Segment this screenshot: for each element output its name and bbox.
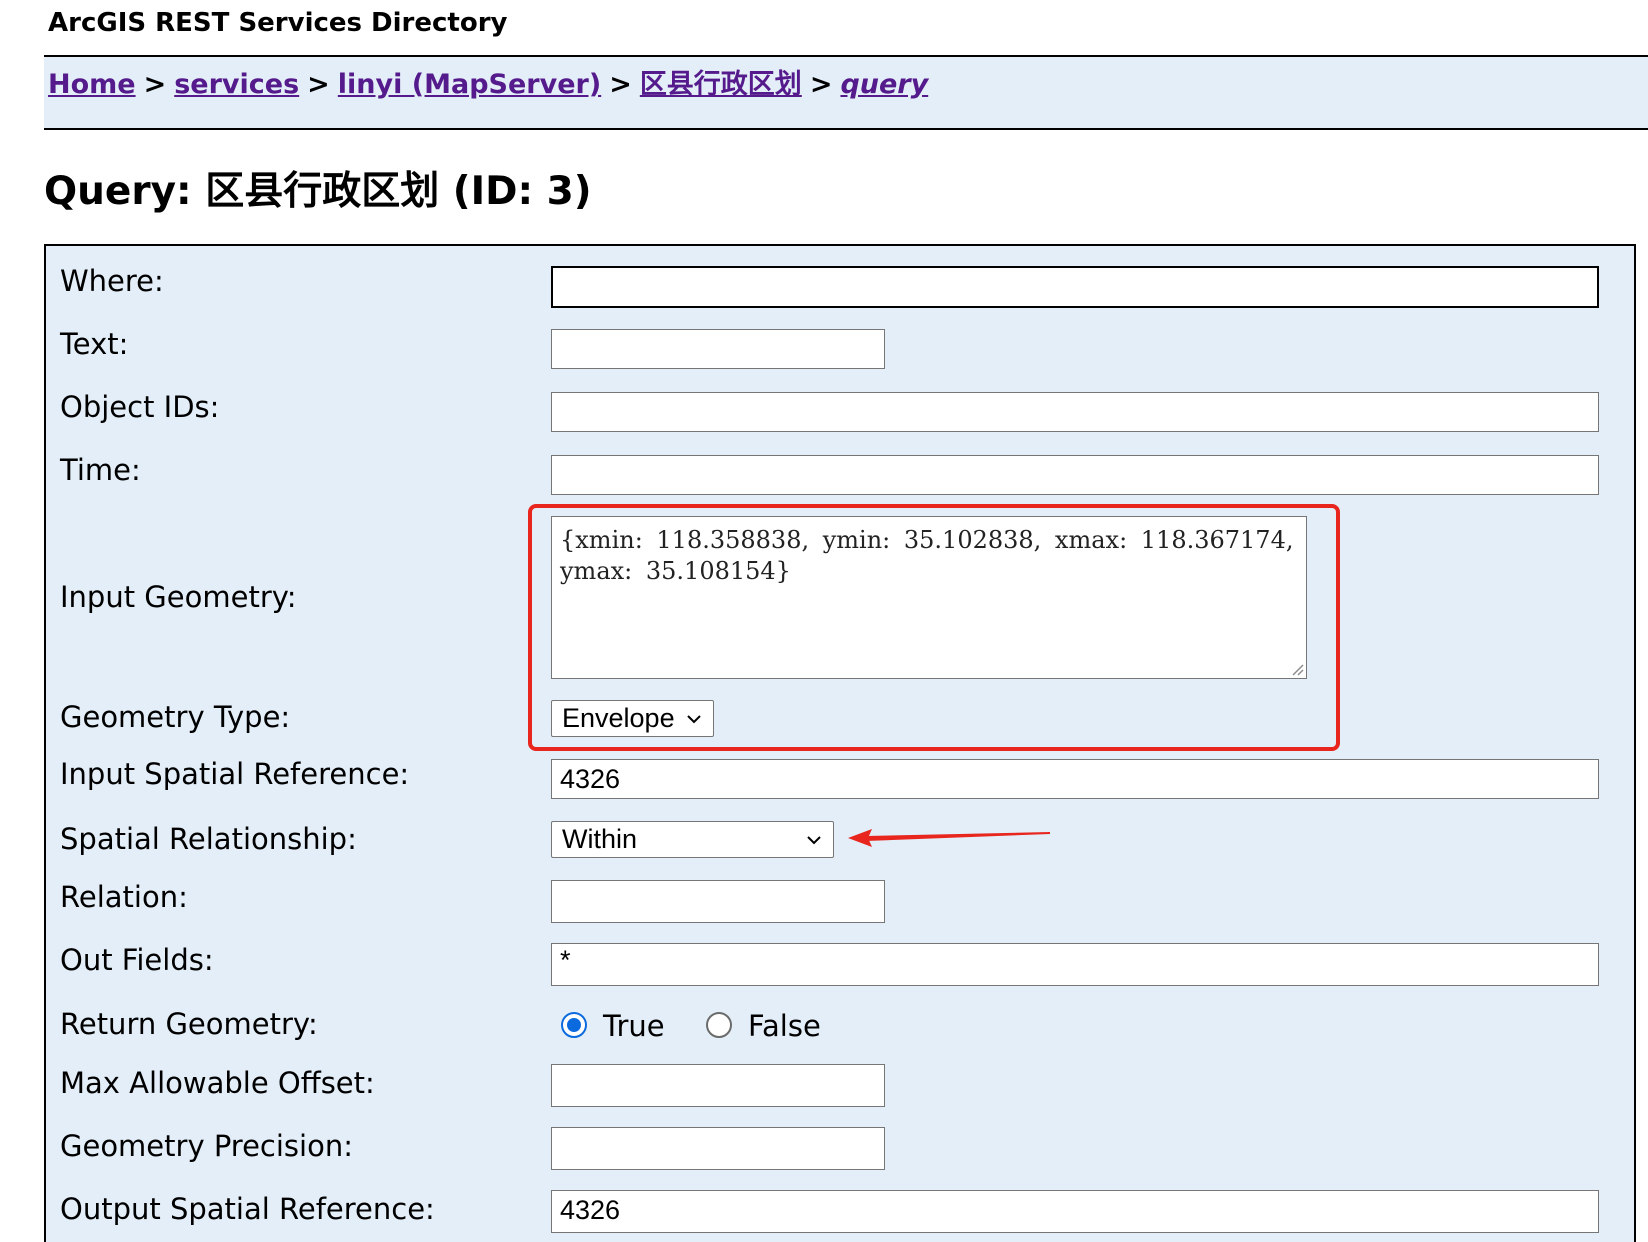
output-spatial-reference-label: Output Spatial Reference:	[60, 1192, 435, 1226]
max-allowable-offset-input[interactable]	[551, 1064, 885, 1107]
breadcrumb-separator: >	[609, 69, 632, 100]
input-spatial-reference-input[interactable]: 4326	[551, 759, 1599, 799]
time-label: Time:	[60, 453, 141, 487]
return-geometry-false-label[interactable]: False	[748, 1009, 821, 1043]
object-ids-label: Object IDs:	[60, 390, 220, 424]
object-ids-input[interactable]	[551, 392, 1599, 432]
max-allowable-offset-label: Max Allowable Offset:	[60, 1066, 375, 1100]
time-input[interactable]	[551, 455, 1599, 495]
app-title: ArcGIS REST Services Directory	[48, 8, 508, 38]
spatial-relationship-label: Spatial Relationship:	[60, 822, 357, 856]
breadcrumb-separator: >	[143, 69, 167, 100]
breadcrumb-home-link[interactable]: Home	[48, 69, 136, 100]
return-geometry-true-radio[interactable]	[561, 1012, 587, 1038]
relation-label: Relation:	[60, 880, 188, 914]
breadcrumb-layer-link[interactable]: 区县行政区划	[640, 69, 802, 100]
out-fields-input[interactable]: *	[551, 943, 1599, 986]
geometry-precision-input[interactable]	[551, 1127, 885, 1170]
highlight-annotation	[528, 504, 1340, 751]
where-label: Where:	[60, 264, 164, 298]
arrow-annotation-icon	[848, 829, 1050, 847]
spatial-relationship-selected: Within	[562, 824, 638, 854]
relation-input[interactable]	[551, 880, 885, 923]
text-input[interactable]	[551, 329, 885, 369]
breadcrumb-query-link[interactable]: query	[840, 69, 928, 100]
page: ArcGIS REST Services Directory Home > serv…	[0, 0, 1648, 1242]
breadcrumb-separator: >	[809, 69, 833, 100]
page-title: Query: 区县行政区划 (ID: 3)	[44, 169, 592, 214]
input-geometry-label: Input Geometry:	[60, 580, 297, 614]
chevron-down-icon	[807, 836, 821, 845]
return-geometry-false-radio[interactable]	[706, 1012, 732, 1038]
breadcrumb-mapserver-link[interactable]: linyi (MapServer)	[338, 69, 601, 100]
breadcrumb-services-link[interactable]: services	[174, 69, 299, 100]
input-spatial-reference-label: Input Spatial Reference:	[60, 757, 410, 791]
return-geometry-true-label[interactable]: True	[603, 1009, 665, 1043]
geometry-precision-label: Geometry Precision:	[60, 1129, 353, 1163]
breadcrumb-separator: >	[307, 69, 330, 100]
text-label: Text:	[60, 327, 129, 361]
spatial-relationship-select[interactable]: Within	[551, 821, 834, 858]
output-spatial-reference-input[interactable]: 4326	[551, 1190, 1599, 1233]
where-input[interactable]	[551, 266, 1599, 308]
geometry-type-label: Geometry Type:	[60, 700, 291, 734]
breadcrumb: Home > services > linyi (MapServer) > 区县行政区划 > q…	[48, 62, 928, 101]
out-fields-label: Out Fields:	[60, 943, 214, 977]
return-geometry-label: Return Geometry:	[60, 1007, 318, 1041]
